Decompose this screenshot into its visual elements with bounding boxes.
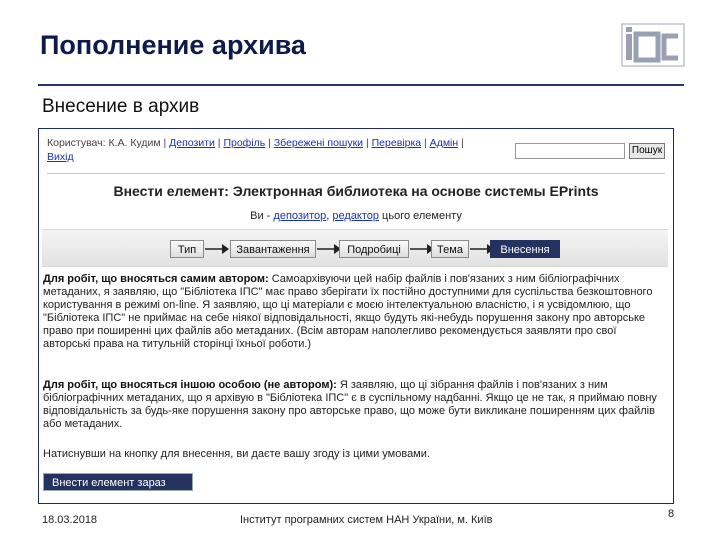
slide-subtitle: Внесение в архив [42, 96, 200, 117]
slide-title: Пополнение архива [40, 30, 306, 60]
search-input[interactable] [515, 143, 625, 159]
role-line: Ви - депозитор, редактор цього елементу [39, 210, 673, 222]
footer-date: 18.03.2018 [42, 514, 98, 526]
stage-subject[interactable]: Тема [431, 240, 469, 258]
third-party-agreement-heading: Для робіт, що вносяться іншою особою (не… [43, 379, 337, 391]
workflow-stages: Тип Завантаження Подробиці Тема Внесення [42, 229, 668, 267]
separator: | [461, 137, 464, 149]
title-rule [38, 84, 684, 86]
separator: | [424, 137, 427, 149]
footer-institute: Інститут програмних систем НАН України, … [240, 514, 493, 526]
user-name: К.А. Кудим [108, 137, 161, 149]
user-bar: Користувач: К.А. Кудим | Депозити | Проф… [47, 136, 517, 164]
divider [47, 173, 665, 174]
stage-details[interactable]: Подробиці [339, 240, 409, 258]
third-party-agreement-paragraph: Для робіт, що вносяться іншою особою (не… [43, 379, 665, 431]
stage-type[interactable]: Тип [170, 240, 204, 258]
link-admin[interactable]: Адмін [430, 137, 458, 149]
separator: | [217, 137, 221, 149]
link-saved-searches[interactable]: Збережені пошуки [274, 137, 363, 149]
link-profile[interactable]: Профіль [223, 137, 265, 149]
role-suffix: цього елементу [378, 210, 462, 222]
editor-link[interactable]: редактор [332, 210, 379, 222]
search-button[interactable]: Пошук [629, 143, 665, 159]
deposit-page-title: Внести елемент: Электронная библиотека н… [113, 183, 599, 199]
stage-deposit[interactable]: Внесення [490, 240, 560, 258]
consent-paragraph: Натиснувши на кнопку для внесення, ви да… [43, 448, 430, 460]
separator: | [268, 137, 271, 149]
role-prefix: Ви - [250, 210, 274, 222]
author-agreement-paragraph: Для робіт, що вносяться самим автором: С… [43, 273, 665, 351]
page-number: 8 [668, 508, 675, 520]
ips-logo [621, 23, 685, 67]
eprints-screenshot: Користувач: К.А. Кудим | Депозити | Проф… [38, 128, 674, 504]
link-review[interactable]: Перевірка [372, 137, 421, 149]
link-logout[interactable]: Вихід [47, 151, 74, 163]
author-agreement-heading: Для робіт, що вносяться самим автором: [43, 273, 269, 285]
link-deposits[interactable]: Депозити [169, 137, 215, 149]
deposit-now-button[interactable]: Внести елемент зараз [43, 473, 193, 491]
user-prefix: Користувач: [47, 137, 106, 149]
stage-upload[interactable]: Завантаження [230, 240, 316, 258]
depositor-link[interactable]: депозитор [273, 210, 326, 222]
arrow-right-icon [205, 244, 229, 254]
separator: | [163, 137, 167, 149]
separator: | [365, 137, 369, 149]
